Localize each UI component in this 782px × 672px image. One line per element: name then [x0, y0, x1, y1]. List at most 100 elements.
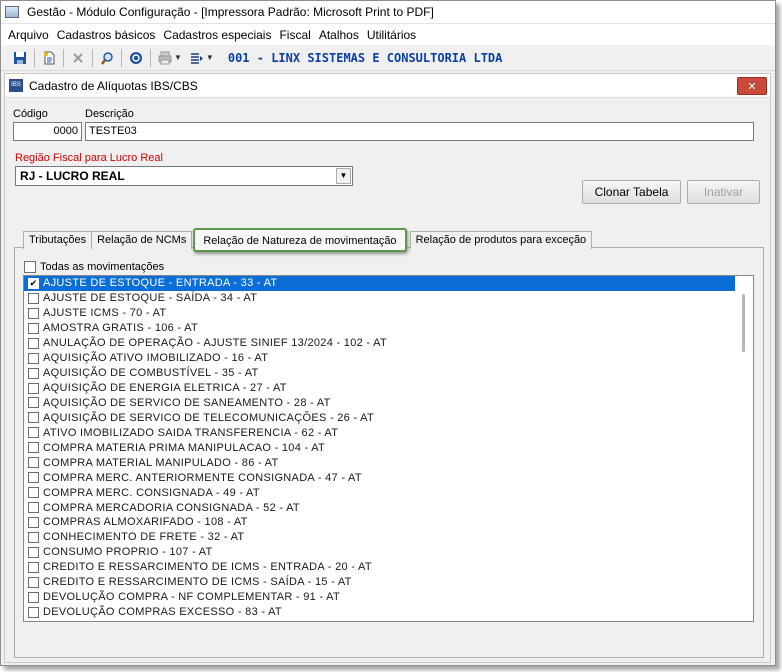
print-icon[interactable]: [154, 48, 176, 68]
list-item-checkbox[interactable]: [28, 322, 39, 334]
list-item[interactable]: COMPRAS ALMOXARIFADO - 108 - AT: [24, 515, 735, 530]
codigo-field[interactable]: 0000: [13, 122, 82, 141]
menu-bar: Arquivo Cadastros básicos Cadastros espe…: [1, 24, 775, 45]
regiao-fiscal-label: Região Fiscal para Lucro Real: [15, 152, 163, 164]
list-item-label: AJUSTE DE ESTOQUE - SAÍDA - 34 - AT: [43, 292, 258, 305]
list-item[interactable]: DEVOLUÇÃO COMPRAS EXCESSO - 83 - AT: [24, 605, 735, 620]
descricao-label: Descrição: [85, 108, 134, 120]
list-item-checkbox[interactable]: [28, 487, 39, 499]
export-icon[interactable]: [186, 48, 208, 68]
power-icon[interactable]: [125, 48, 147, 68]
list-item[interactable]: AMOSTRA GRATIS - 106 - AT: [24, 321, 735, 336]
tab-relacao-ncms[interactable]: Relação de NCMs: [91, 231, 193, 249]
list-item-checkbox[interactable]: [28, 292, 39, 304]
list-item-checkbox[interactable]: [28, 397, 39, 409]
menu-atalhos[interactable]: Atalhos: [316, 28, 364, 42]
tab-relacao-natureza-movimentacao[interactable]: Relação de Natureza de movimentação: [193, 228, 407, 252]
list-item[interactable]: COMPRA MATERIAL MANIPULADO - 86 - AT: [24, 455, 735, 470]
list-item-checkbox[interactable]: [28, 307, 39, 319]
delete-icon[interactable]: [67, 48, 89, 68]
list-item-label: AQUISIÇÃO ATIVO IMOBILIZADO - 16 - AT: [43, 352, 269, 365]
check-all[interactable]: Todas as movimentações: [24, 261, 164, 273]
clonar-tabela-button[interactable]: Clonar Tabela: [582, 180, 681, 204]
list-item[interactable]: AQUISIÇÃO ATIVO IMOBILIZADO - 16 - AT: [24, 351, 735, 366]
list-item-label: AJUSTE DE ESTOQUE - ENTRADA - 33 - AT: [43, 277, 278, 290]
scrollbar-thumb[interactable]: [742, 294, 745, 352]
search-icon[interactable]: [96, 48, 118, 68]
tab-tributacoes[interactable]: Tributações: [23, 231, 93, 249]
list-item[interactable]: AQUISIÇÃO DE ENERGIA ELETRICA - 27 - AT: [24, 381, 735, 396]
list-item[interactable]: AJUSTE DE ESTOQUE - SAÍDA - 34 - AT: [24, 291, 735, 306]
list-item-checkbox[interactable]: [28, 427, 39, 439]
menu-cadastros-especiais[interactable]: Cadastros especiais: [160, 28, 276, 42]
list-item-checkbox[interactable]: [28, 367, 39, 379]
list-item-checkbox[interactable]: [28, 337, 39, 349]
list-item[interactable]: AJUSTE ICMS - 70 - AT: [24, 306, 735, 321]
list-item[interactable]: AQUISIÇÃO DE COMBUSTÍVEL - 35 - AT: [24, 366, 735, 381]
list-item[interactable]: ✔ AJUSTE DE ESTOQUE - ENTRADA - 33 - AT: [24, 276, 735, 291]
chevron-down-icon[interactable]: ▼: [336, 168, 351, 184]
list-item-checkbox[interactable]: [28, 591, 39, 603]
list-item-checkbox[interactable]: ✔: [28, 277, 39, 289]
movement-list[interactable]: ✔ AJUSTE DE ESTOQUE - ENTRADA - 33 - AT AJ…: [23, 275, 754, 622]
app-icon: [5, 6, 19, 18]
tab-strip: Tributações Relação de NCMs Relação de N…: [23, 228, 593, 252]
list-item[interactable]: CONHECIMENTO DE FRETE - 32 - AT: [24, 530, 735, 545]
new-document-icon[interactable]: [38, 48, 60, 68]
list-item[interactable]: ANULAÇÃO DE OPERAÇÃO - AJUSTE SINIEF 13/…: [24, 336, 735, 351]
list-item-checkbox[interactable]: [28, 352, 39, 364]
window-title: Gestão - Módulo Configuração - [Impresso…: [27, 5, 434, 19]
list-item-checkbox[interactable]: [28, 412, 39, 424]
list-item-checkbox[interactable]: [28, 606, 39, 618]
list-item-checkbox[interactable]: [28, 472, 39, 484]
list-item-checkbox[interactable]: [28, 442, 39, 454]
list-item-checkbox[interactable]: [28, 457, 39, 469]
list-item[interactable]: ATIVO IMOBILIZADO SAIDA TRANSFERENCIA - …: [24, 425, 735, 440]
list-item-checkbox[interactable]: [28, 502, 39, 514]
list-item-label: AQUISIÇÃO DE SERVICO DE TELECOMUNICAÇÕES…: [43, 411, 375, 424]
menu-arquivo[interactable]: Arquivo: [5, 28, 54, 42]
list-item[interactable]: COMPRA MERC. ANTERIORMENTE CONSIGNADA - …: [24, 470, 735, 485]
list-item-checkbox[interactable]: [28, 382, 39, 394]
menu-utilitarios[interactable]: Utilitários: [364, 28, 421, 42]
list-item-label: COMPRA MERC. CONSIGNADA - 49 - AT: [43, 486, 260, 499]
list-item-checkbox[interactable]: [28, 561, 39, 573]
list-item-checkbox[interactable]: [28, 546, 39, 558]
close-button[interactable]: ✕: [737, 77, 767, 95]
save-icon[interactable]: [9, 48, 31, 68]
list-item-label: AJUSTE ICMS - 70 - AT: [43, 307, 167, 320]
list-item-label: COMPRA MATERIA PRIMA MANIPULACAO - 104 -…: [43, 441, 326, 454]
menu-cadastros-basicos[interactable]: Cadastros básicos: [54, 28, 161, 42]
list-item-checkbox[interactable]: [28, 576, 39, 588]
list-item-label: COMPRA MERC. ANTERIORMENTE CONSIGNADA - …: [43, 471, 362, 484]
regiao-fiscal-select[interactable]: RJ - LUCRO REAL ▼: [15, 166, 353, 186]
list-item-checkbox[interactable]: [28, 516, 39, 528]
list-item-checkbox[interactable]: [28, 531, 39, 543]
inativar-button[interactable]: Inativar: [687, 180, 760, 204]
list-item[interactable]: CREDITO E RESSARCIMENTO DE ICMS - SAÍDA …: [24, 575, 735, 590]
export-dropdown-icon[interactable]: ▼: [206, 53, 214, 62]
list-item[interactable]: COMPRA MERC. CONSIGNADA - 49 - AT: [24, 485, 735, 500]
list-item[interactable]: AQUISIÇÃO DE SERVICO DE TELECOMUNICAÇÕES…: [24, 410, 735, 425]
form-icon: IBS: [9, 79, 23, 92]
list-item[interactable]: CONSUMO PROPRIO - 107 - AT: [24, 545, 735, 560]
list-item-label: CREDITO E RESSARCIMENTO DE ICMS - ENTRAD…: [43, 561, 372, 574]
list-item-label: DEVOLUÇÃO COMPRA - NF COMPLEMENTAR - 91 …: [43, 591, 340, 604]
list-item[interactable]: DEVOLUÇÃO COMPRA - NF COMPLEMENTAR - 91 …: [24, 590, 735, 605]
list-item-label: CONHECIMENTO DE FRETE - 32 - AT: [43, 531, 245, 544]
list-item[interactable]: CREDITO E RESSARCIMENTO DE ICMS - ENTRAD…: [24, 560, 735, 575]
regiao-fiscal-value: RJ - LUCRO REAL: [20, 169, 125, 183]
form-title: Cadastro de Alíquotas IBS/CBS: [29, 78, 198, 93]
list-item-label: ATIVO IMOBILIZADO SAIDA TRANSFERENCIA - …: [43, 426, 339, 439]
list-item[interactable]: COMPRA MERCADORIA CONSIGNADA - 52 - AT: [24, 500, 735, 515]
tab-relacao-produtos-excecao[interactable]: Relação de produtos para exceção: [409, 231, 593, 249]
scrollbar[interactable]: [735, 276, 753, 621]
check-all-checkbox[interactable]: [24, 261, 36, 273]
descricao-field[interactable]: TESTE03: [85, 122, 754, 141]
list-item[interactable]: COMPRA MATERIA PRIMA MANIPULACAO - 104 -…: [24, 440, 735, 455]
list-item-label: CONSUMO PROPRIO - 107 - AT: [43, 546, 213, 559]
list-item[interactable]: AQUISIÇÃO DE SERVICO DE SANEAMENTO - 28 …: [24, 396, 735, 411]
check-all-label: Todas as movimentações: [40, 261, 165, 273]
menu-fiscal[interactable]: Fiscal: [276, 28, 315, 42]
print-dropdown-icon[interactable]: ▼: [174, 53, 182, 62]
